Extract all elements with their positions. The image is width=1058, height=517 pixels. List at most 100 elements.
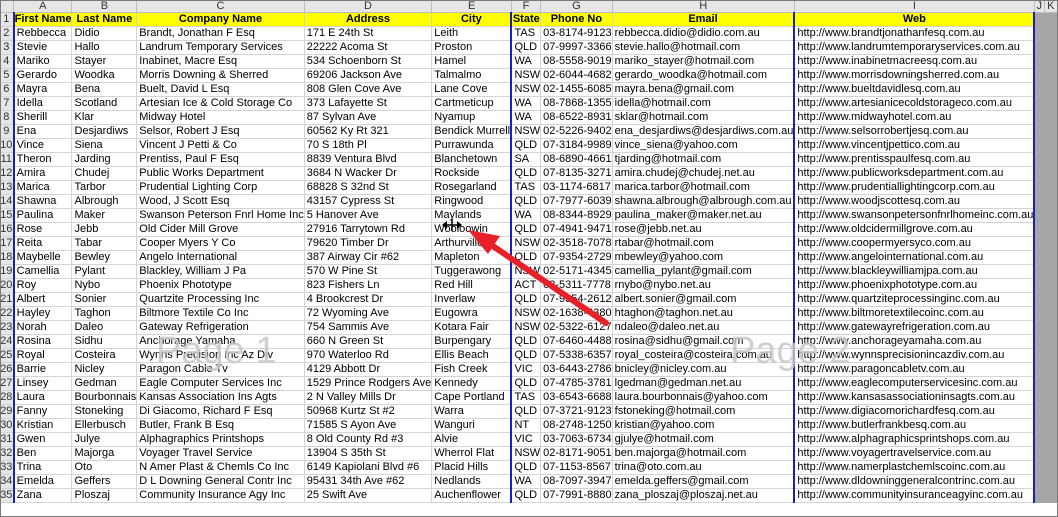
row-number[interactable]: 1	[0, 12, 15, 27]
first-name-cell[interactable]: Amira	[12, 166, 73, 181]
row-number[interactable]: 24	[0, 334, 15, 349]
city-cell[interactable]: Red Hill	[431, 278, 513, 293]
last-name-cell[interactable]: Ploszaj	[71, 488, 138, 503]
web-cell[interactable]: http://www.phoenixphototype.com.au	[793, 278, 1036, 293]
state-cell[interactable]: QLD	[510, 194, 542, 209]
first-name-cell[interactable]: Ena	[12, 124, 73, 139]
web-cell[interactable]: http://www.namerplastchemlscoinc.com.au	[793, 460, 1036, 475]
company-name-cell[interactable]: Public Works Department	[136, 166, 305, 181]
web-cell[interactable]: http://www.selsorrobertjesq.com.au	[793, 124, 1036, 139]
row-number[interactable]: 6	[0, 82, 15, 97]
row-number[interactable]: 29	[0, 404, 15, 419]
web-cell[interactable]: http://www.voyagertravelservice.com.au	[793, 446, 1036, 461]
web-cell[interactable]: http://www.anchorageyamaha.com.au	[793, 334, 1036, 349]
state-cell[interactable]: QLD	[510, 376, 542, 391]
state-cell[interactable]: ACT	[510, 278, 542, 293]
city-cell[interactable]: Ellis Beach	[431, 348, 513, 363]
company-name-cell[interactable]: Brandt, Jonathan F Esq	[136, 26, 305, 41]
row-number[interactable]: 26	[0, 362, 15, 377]
last-name-cell[interactable]: Nicley	[71, 362, 138, 377]
email-cell[interactable]: rtabar@hotmail.com	[612, 236, 796, 251]
row-number[interactable]: 11	[0, 152, 15, 167]
city-cell[interactable]: Cape Portland	[431, 390, 513, 405]
web-cell[interactable]: http://www.midwayhotel.com.au	[793, 110, 1036, 125]
state-cell[interactable]: VIC	[510, 362, 542, 377]
first-name-cell[interactable]: Gwen	[12, 432, 73, 447]
outside-print-area-cell[interactable]	[1044, 418, 1058, 433]
address-cell[interactable]: 970 Waterloo Rd	[304, 348, 433, 363]
company-name-cell[interactable]: Gateway Refrigeration	[136, 320, 305, 335]
outside-print-area-cell[interactable]	[1034, 390, 1045, 405]
outside-print-area-cell[interactable]	[1034, 418, 1045, 433]
column-title-cell[interactable]: Phone No	[540, 12, 613, 27]
column-header[interactable]: G	[540, 0, 613, 13]
last-name-cell[interactable]: Jebb	[71, 222, 138, 237]
email-cell[interactable]: rose@jebb.net.au	[612, 222, 796, 237]
city-cell[interactable]: Tuggerawong	[431, 264, 513, 279]
first-name-cell[interactable]: Rose	[12, 222, 73, 237]
first-name-cell[interactable]: Idella	[12, 96, 73, 111]
outside-print-area-cell[interactable]	[1044, 166, 1058, 181]
outside-print-area-cell[interactable]	[1034, 488, 1045, 503]
column-header[interactable]: I	[794, 0, 1035, 13]
company-name-cell[interactable]: Inabinet, Macre Esq	[136, 54, 305, 69]
company-name-cell[interactable]: Old Cider Mill Grove	[136, 222, 305, 237]
outside-print-area-cell[interactable]	[1044, 96, 1058, 111]
state-cell[interactable]: QLD	[510, 40, 542, 55]
row-number[interactable]: 21	[0, 292, 15, 307]
outside-print-area-cell[interactable]	[1034, 124, 1045, 139]
column-title-cell[interactable]: Web	[793, 12, 1036, 27]
email-cell[interactable]: mariko_stayer@hotmail.com	[612, 54, 796, 69]
phone-cell[interactable]: 02-5322-6127	[540, 320, 613, 335]
row-number[interactable]: 3	[0, 40, 15, 55]
column-title-cell[interactable]: Company Name	[136, 12, 305, 27]
row-number[interactable]: 8	[0, 110, 15, 125]
outside-print-area-cell[interactable]	[1034, 362, 1045, 377]
column-title-cell[interactable]: First Name	[12, 12, 73, 27]
outside-print-area-cell[interactable]	[1044, 404, 1058, 419]
outside-print-area-cell[interactable]	[1044, 474, 1058, 489]
web-cell[interactable]: http://www.publicworksdepartment.com.au	[793, 166, 1036, 181]
first-name-cell[interactable]: Albert	[12, 292, 73, 307]
outside-print-area-cell[interactable]	[1044, 362, 1058, 377]
email-cell[interactable]: mayra.bena@gmail.com	[612, 82, 796, 97]
phone-cell[interactable]: 07-5338-6357	[540, 348, 613, 363]
web-cell[interactable]: http://www.gatewayrefrigeration.com.au	[793, 320, 1036, 335]
row-number[interactable]: 7	[0, 96, 15, 111]
state-cell[interactable]: TAS	[510, 180, 542, 195]
outside-print-area-cell[interactable]	[1034, 26, 1045, 41]
address-cell[interactable]: 1529 Prince Rodgers Ave	[304, 376, 433, 391]
last-name-cell[interactable]: Jarding	[71, 152, 138, 167]
city-cell[interactable]: Ringwood	[431, 194, 513, 209]
last-name-cell[interactable]: Costeira	[71, 348, 138, 363]
phone-cell[interactable]: 03-7063-6734	[540, 432, 613, 447]
web-cell[interactable]: http://www.quartziteprocessinginc.com.au	[793, 292, 1036, 307]
address-cell[interactable]: 171 E 24th St	[304, 26, 433, 41]
web-cell[interactable]: http://www.paragoncabletv.com.au	[793, 362, 1036, 377]
outside-print-area-cell[interactable]	[1044, 68, 1058, 83]
first-name-cell[interactable]: Mariko	[12, 54, 73, 69]
last-name-cell[interactable]: Taghon	[71, 306, 138, 321]
web-cell[interactable]: http://www.inabinetmacreesq.com.au	[793, 54, 1036, 69]
first-name-cell[interactable]: Rosina	[12, 334, 73, 349]
last-name-cell[interactable]: Stoneking	[71, 404, 138, 419]
row-number[interactable]: 23	[0, 320, 15, 335]
city-cell[interactable]: Eugowra	[431, 306, 513, 321]
outside-print-area-cell[interactable]	[1044, 334, 1058, 349]
outside-print-area-cell[interactable]	[1044, 222, 1058, 237]
phone-cell[interactable]: 08-2748-1250	[540, 418, 613, 433]
web-cell[interactable]: http://www.communityinsuranceagyinc.com.…	[793, 488, 1036, 503]
phone-cell[interactable]: 07-4785-3781	[540, 376, 613, 391]
city-cell[interactable]: Kennedy	[431, 376, 513, 391]
phone-cell[interactable]: 08-7097-3947	[540, 474, 613, 489]
company-name-cell[interactable]: Kansas Association Ins Agts	[136, 390, 305, 405]
first-name-cell[interactable]: Camellia	[12, 264, 73, 279]
email-cell[interactable]: trina@oto.com.au	[612, 460, 796, 475]
email-cell[interactable]: shawna.albrough@albrough.com.au	[612, 194, 796, 209]
email-cell[interactable]: camellia_pylant@gmail.com	[612, 264, 796, 279]
web-cell[interactable]: http://www.woodjscottesq.com.au	[793, 194, 1036, 209]
company-name-cell[interactable]: Morris Downing & Sherred	[136, 68, 305, 83]
outside-print-area-cell[interactable]	[1034, 432, 1045, 447]
web-cell[interactable]: http://www.dldowninggeneralcontrinc.com.…	[793, 474, 1036, 489]
last-name-cell[interactable]: Albrough	[71, 194, 138, 209]
